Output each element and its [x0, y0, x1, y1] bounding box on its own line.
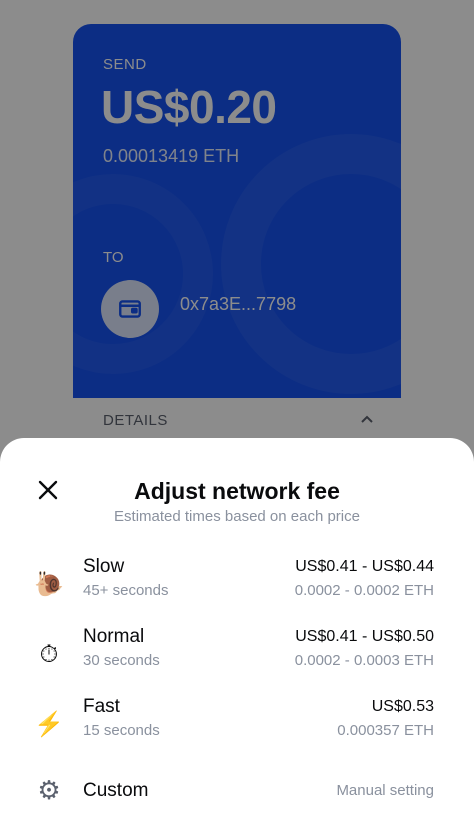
gear-icon: ⚙ [37, 775, 61, 805]
sheet-title: Adjust network fee [134, 478, 340, 504]
fee-option-name: Slow [83, 556, 125, 577]
fee-option-usd: US$0.53 [371, 698, 434, 715]
fee-option-eth: 0.0002 - 0.0003 ETH [294, 652, 434, 669]
snail-icon: 🐌 [34, 571, 64, 598]
fee-option-usd: US$0.41 - US$0.50 [295, 628, 434, 645]
fee-option-time: 15 seconds [83, 722, 160, 739]
fee-option-fast[interactable]: ⚡ Fast 15 seconds US$0.53 0.000357 ETH [0, 696, 474, 758]
fee-option-name: Custom [83, 780, 149, 801]
fee-option-eth: 0.0002 - 0.0002 ETH [294, 582, 434, 599]
fee-option-time: 45+ seconds [83, 582, 169, 599]
sheet-subtitle: Estimated times based on each price [114, 508, 360, 525]
fee-option-custom[interactable]: ⚙ Custom Manual setting [0, 775, 474, 811]
network-fee-sheet: Adjust network fee Estimated times based… [0, 438, 474, 828]
fee-option-normal[interactable]: ⏱ Normal 30 seconds US$0.41 - US$0.50 0.… [0, 626, 474, 688]
lightning-icon: ⚡ [34, 711, 64, 738]
fee-option-slow[interactable]: 🐌 Slow 45+ seconds US$0.41 - US$0.44 0.0… [0, 556, 474, 618]
manual-setting-label: Manual setting [336, 782, 434, 799]
fee-option-usd: US$0.41 - US$0.44 [295, 558, 434, 575]
fee-option-name: Normal [83, 626, 145, 647]
fee-option-name: Fast [83, 696, 120, 717]
stopwatch-icon: ⏱ [39, 641, 59, 668]
fee-option-eth: 0.000357 ETH [337, 722, 434, 739]
fee-option-time: 30 seconds [83, 652, 160, 669]
